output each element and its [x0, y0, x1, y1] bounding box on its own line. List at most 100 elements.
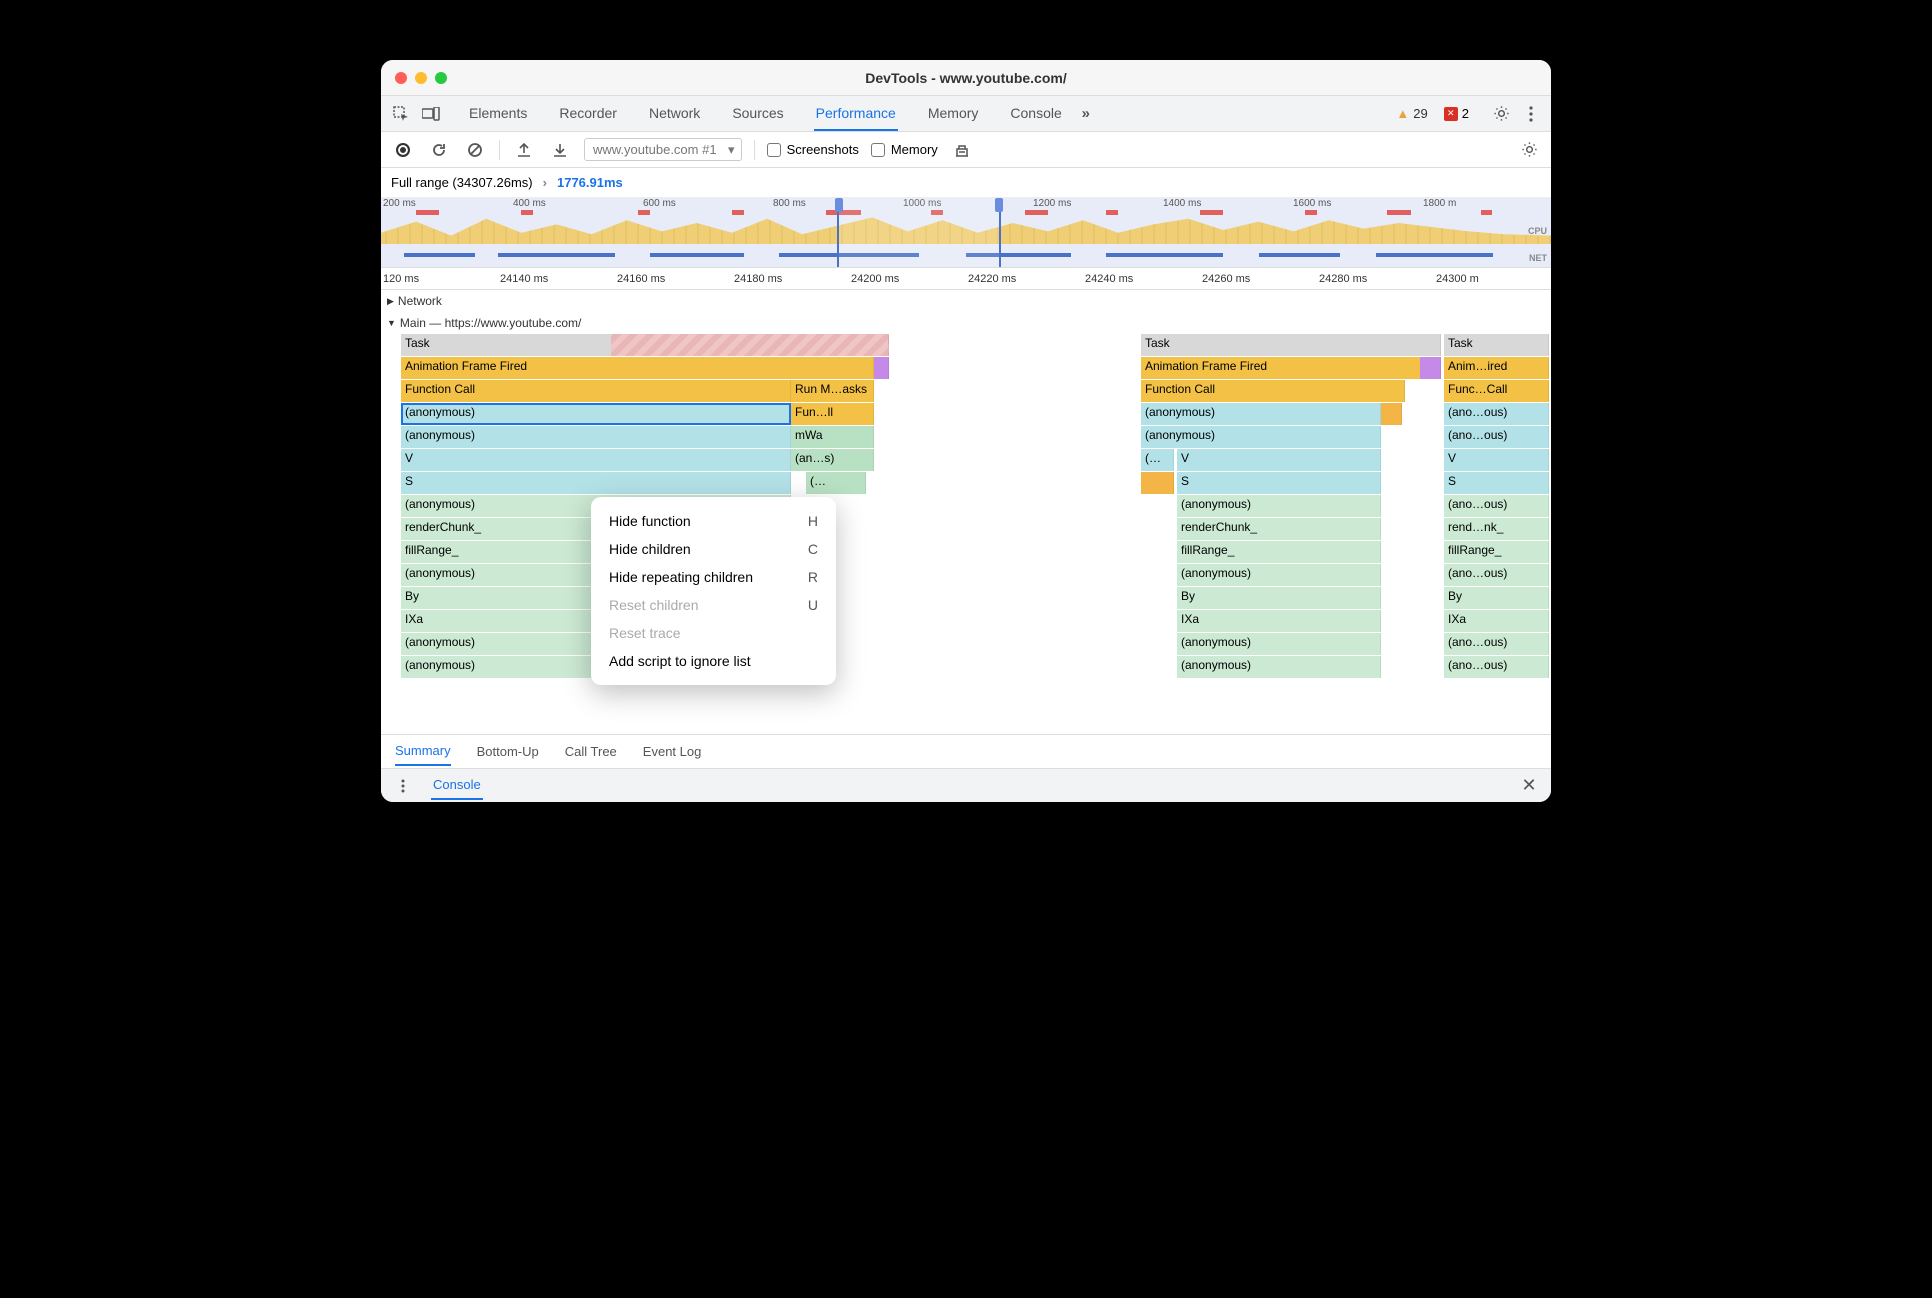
tab-network[interactable]: Network	[647, 97, 702, 131]
flame-entry[interactable]: Anim…ired	[1444, 357, 1549, 379]
flame-entry[interactable]: Animation Frame Fired	[401, 357, 874, 379]
flame-entry[interactable]: Task	[1444, 334, 1549, 356]
flame-entry[interactable]: (anonymous)	[1141, 426, 1381, 448]
flame-entry[interactable]	[1420, 357, 1441, 379]
flame-entry[interactable]: renderChunk_	[1177, 518, 1381, 540]
flame-entry[interactable]: Fun…ll	[791, 403, 874, 425]
ctx-hide-function[interactable]: Hide functionH	[591, 507, 836, 535]
record-button[interactable]	[391, 138, 415, 162]
reload-record-button[interactable]	[427, 138, 451, 162]
flame-entry[interactable]: rend…nk_	[1444, 518, 1549, 540]
flame-chart[interactable]: ▶ Network ▼ Main — https://www.youtube.c…	[381, 290, 1551, 734]
flame-row: (anonymous)mWa(anonymous)(ano…ous)	[381, 426, 1551, 449]
flame-entry[interactable]: Func…Call	[1444, 380, 1549, 402]
upload-profile-icon[interactable]	[512, 138, 536, 162]
ctx-reset-trace: Reset trace	[591, 619, 836, 647]
flame-entry[interactable]: (ano…ous)	[1444, 495, 1549, 517]
flame-entry[interactable]: (anonymous)	[1177, 656, 1381, 678]
flame-entry[interactable]	[611, 334, 889, 356]
section-main[interactable]: ▼ Main — https://www.youtube.com/	[381, 312, 1551, 334]
section-network[interactable]: ▶ Network	[381, 290, 1551, 312]
profile-select[interactable]: www.youtube.com #1	[584, 138, 742, 161]
ctx-add-script-to-ignore-list[interactable]: Add script to ignore list	[591, 647, 836, 675]
flame-entry[interactable]: (…	[1141, 449, 1174, 471]
flame-entry[interactable]: By	[1177, 587, 1381, 609]
flame-entry[interactable]: fillRange_	[1177, 541, 1381, 563]
flame-entry[interactable]: (ano…ous)	[1444, 633, 1549, 655]
flame-entry[interactable]: (anonymous)	[1177, 495, 1381, 517]
details-tab-event-log[interactable]: Event Log	[643, 744, 702, 759]
warnings-badge[interactable]: ▲ 29	[1396, 106, 1427, 121]
flame-entry[interactable]	[1141, 472, 1174, 494]
screenshots-checkbox[interactable]: Screenshots	[767, 142, 859, 157]
flame-entry[interactable]: S	[401, 472, 791, 494]
drawer-close-icon[interactable]: ✕	[1517, 774, 1541, 798]
inspect-element-icon[interactable]	[389, 102, 413, 126]
details-tab-call-tree[interactable]: Call Tree	[565, 744, 617, 759]
flame-entry[interactable]: Animation Frame Fired	[1141, 357, 1441, 379]
flame-entry[interactable]: Task	[1141, 334, 1441, 356]
flame-row: V(an…s)(…VV	[381, 449, 1551, 472]
flame-entry[interactable]: Function Call	[1141, 380, 1405, 402]
tab-recorder[interactable]: Recorder	[557, 97, 619, 131]
tab-console[interactable]: Console	[1008, 97, 1063, 131]
flame-entry[interactable]: (anonymous)	[401, 426, 791, 448]
drawer-tab-console[interactable]: Console	[431, 771, 483, 800]
flame-entry[interactable]: Function Call	[401, 380, 791, 402]
garbage-collect-icon[interactable]	[950, 138, 974, 162]
memory-checkbox[interactable]: Memory	[871, 142, 938, 157]
flame-entry[interactable]: (an…s)	[791, 449, 874, 471]
breadcrumb-full-range[interactable]: Full range (34307.26ms)	[391, 175, 533, 190]
flame-entry[interactable]: V	[401, 449, 791, 471]
flame-entry[interactable]: (ano…ous)	[1444, 426, 1549, 448]
flame-row: Animation Frame Fired Animation Frame Fir…	[381, 357, 1551, 380]
detail-ticks: 120 ms24140 ms24160 ms24180 ms24200 ms24…	[381, 268, 1551, 290]
flame-entry[interactable]: Run M…asks	[791, 380, 874, 402]
flame-entry[interactable]: IXa	[1177, 610, 1381, 632]
errors-badge[interactable]: ✕ 2	[1444, 106, 1469, 121]
flame-entry[interactable]: (anonymous)	[401, 403, 791, 425]
details-tab-bottom-up[interactable]: Bottom-Up	[477, 744, 539, 759]
tab-sources[interactable]: Sources	[730, 97, 785, 131]
kebab-menu-icon[interactable]	[1519, 102, 1543, 126]
selection-handle-right[interactable]	[995, 198, 1003, 212]
warning-icon: ▲	[1396, 106, 1409, 121]
clear-button[interactable]	[463, 138, 487, 162]
chevron-right-icon: ›	[543, 175, 547, 190]
flame-entry[interactable]	[874, 357, 889, 379]
flame-entry[interactable]: (anonymous)	[1177, 564, 1381, 586]
tab-memory[interactable]: Memory	[926, 97, 981, 131]
flame-entry[interactable]: (ano…ous)	[1444, 403, 1549, 425]
settings-icon[interactable]	[1489, 102, 1513, 126]
overview-selection[interactable]	[837, 198, 1001, 267]
flame-entry[interactable]: By	[1444, 587, 1549, 609]
flame-entry[interactable]: S	[1444, 472, 1549, 494]
timeline-overview[interactable]: 200 ms400 ms600 ms800 ms1000 ms1200 ms14…	[381, 198, 1551, 268]
flame-entry[interactable]: mWa	[791, 426, 874, 448]
details-tab-summary[interactable]: Summary	[395, 743, 451, 766]
drawer-kebab-icon[interactable]	[391, 774, 415, 798]
tab-elements[interactable]: Elements	[467, 97, 529, 131]
flame-entry[interactable]: (anonymous)	[1141, 403, 1381, 425]
selection-handle-left[interactable]	[835, 198, 843, 212]
flame-entry[interactable]	[1381, 403, 1402, 425]
flame-entry[interactable]: (…	[806, 472, 866, 494]
flame-entry[interactable]: IXa	[1444, 610, 1549, 632]
flame-entry[interactable]: V	[1444, 449, 1549, 471]
flame-entry[interactable]: (ano…ous)	[1444, 564, 1549, 586]
device-toolbar-icon[interactable]	[419, 102, 443, 126]
tab-performance[interactable]: Performance	[814, 97, 898, 131]
panel-settings-icon[interactable]	[1517, 138, 1541, 162]
flame-entry[interactable]: (anonymous)	[1177, 633, 1381, 655]
flame-entry[interactable]: (ano…ous)	[1444, 656, 1549, 678]
download-profile-icon[interactable]	[548, 138, 572, 162]
ctx-hide-children[interactable]: Hide childrenC	[591, 535, 836, 563]
flame-entry[interactable]: V	[1177, 449, 1381, 471]
flame-row: TaskTaskTask	[381, 334, 1551, 357]
flame-entry[interactable]: fillRange_	[1444, 541, 1549, 563]
more-tabs-button[interactable]: »	[1074, 102, 1098, 126]
flame-entry[interactable]: S	[1177, 472, 1381, 494]
ctx-hide-repeating-children[interactable]: Hide repeating childrenR	[591, 563, 836, 591]
flame-row: IXaIXaIXa	[381, 610, 1551, 633]
breadcrumb-selected-range[interactable]: 1776.91ms	[557, 175, 623, 190]
